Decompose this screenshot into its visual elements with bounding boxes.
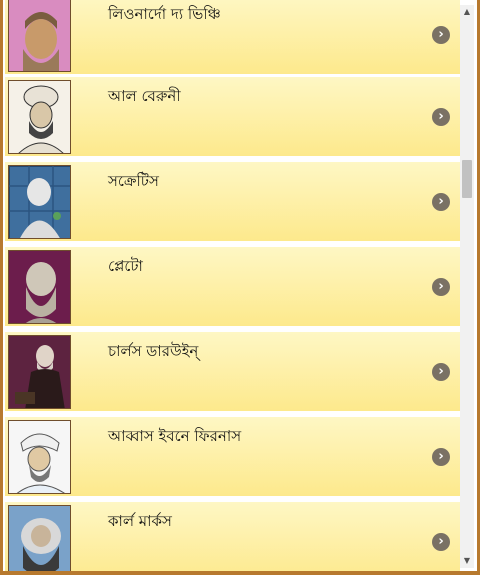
chevron-right-icon[interactable]: ›: [432, 363, 450, 381]
chevron-right-icon[interactable]: ›: [432, 26, 450, 44]
item-name: প্লেটো: [108, 257, 143, 275]
item-name: আল বেরুনী: [108, 87, 181, 105]
item-name: চার্লস ডারউইন্: [108, 342, 199, 360]
plato-portrait: [8, 250, 71, 324]
item-name: সক্রেটিস: [108, 172, 159, 190]
marx-portrait: [8, 505, 71, 571]
person-list: লিওনার্দো দ্য ভিঞ্চি › আল বেরুনী › সক্রে…: [5, 0, 460, 571]
chevron-right-icon[interactable]: ›: [432, 448, 450, 466]
chevron-right-icon[interactable]: ›: [432, 278, 450, 296]
list-item-socrates[interactable]: সক্রেটিস ›: [5, 162, 460, 244]
scroll-down-arrow-icon[interactable]: ▼: [460, 554, 474, 568]
darwin-portrait: [8, 335, 71, 409]
chevron-right-icon[interactable]: ›: [432, 108, 450, 126]
scroll-up-arrow-icon[interactable]: ▲: [460, 5, 474, 19]
ibn-firnas-portrait: [8, 420, 71, 494]
scrollbar-thumb[interactable]: [462, 160, 472, 198]
item-name: কার্ল মার্কস: [108, 512, 172, 530]
list-item-leonardo[interactable]: লিওনার্দো দ্য ভিঞ্চি ›: [5, 0, 460, 77]
vertical-scrollbar[interactable]: ▲ ▼: [460, 5, 474, 568]
list-item-ibn-firnas[interactable]: আব্বাস ইবনে ফিরনাস ›: [5, 417, 460, 499]
list-item-marx[interactable]: কার্ল মার্কস ›: [5, 502, 460, 571]
chevron-right-icon[interactable]: ›: [432, 193, 450, 211]
socrates-portrait: [8, 165, 71, 239]
list-item-plato[interactable]: প্লেটো ›: [5, 247, 460, 329]
item-name: লিওনার্দো দ্য ভিঞ্চি: [108, 5, 221, 23]
chevron-right-icon[interactable]: ›: [432, 533, 450, 551]
list-item-darwin[interactable]: চার্লস ডারউইন্ ›: [5, 332, 460, 414]
item-name: আব্বাস ইবনে ফিরনাস: [108, 427, 242, 445]
list-item-al-biruni[interactable]: আল বেরুনী ›: [5, 77, 460, 159]
leonardo-portrait: [8, 0, 71, 72]
al-biruni-portrait: [8, 80, 71, 154]
